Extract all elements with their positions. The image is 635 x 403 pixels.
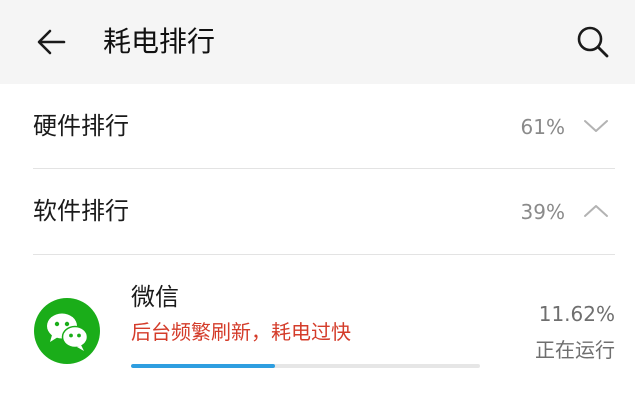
app-name: 微信 [131,283,179,311]
software-ranking-row[interactable]: 软件排行 39% [0,169,635,254]
app-status: 正在运行 [535,338,615,362]
wechat-icon [34,298,100,364]
app-item-wechat[interactable]: 微信 后台频繁刷新，耗电过快 11.62% 正在运行 [0,255,635,403]
chevron-up-icon[interactable] [583,200,609,222]
row-label: 软件排行 [33,197,129,225]
chevron-down-icon[interactable] [583,115,609,137]
hardware-ranking-row[interactable]: 硬件排行 61% [0,84,635,169]
back-arrow-icon[interactable] [34,24,70,60]
progress-fill [131,364,275,368]
app-warning: 后台频繁刷新，耗电过快 [131,320,351,344]
row-percent: 39% [520,200,565,224]
power-usage-progress-bar [131,364,480,368]
search-icon[interactable] [575,24,611,60]
app-percent: 11.62% [538,302,615,326]
row-label: 硬件排行 [33,112,129,140]
row-percent: 61% [520,115,565,139]
title-bar: 耗电排行 [0,0,635,84]
page-title: 耗电排行 [103,25,216,58]
